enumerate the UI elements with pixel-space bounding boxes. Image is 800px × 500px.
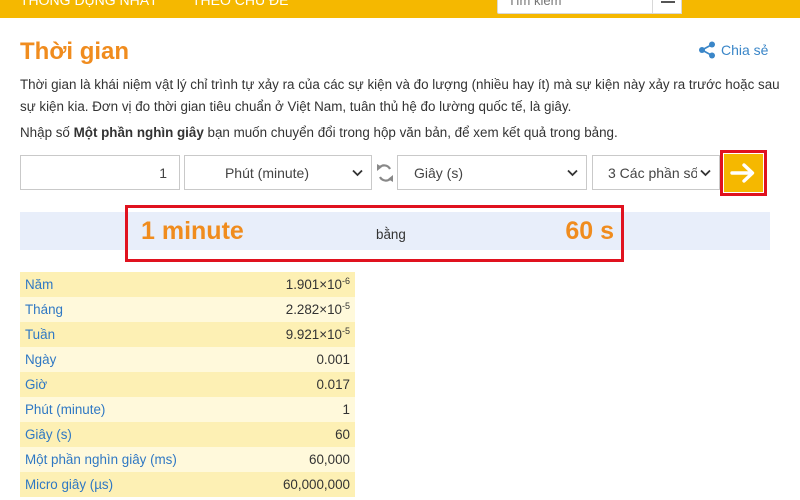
row-value-mantissa: 0.001	[316, 352, 350, 367]
table-row: Tuần 9.921×10-5	[20, 322, 355, 347]
row-value-exponent: -5	[341, 301, 350, 311]
row-value-mantissa: 9.921×10	[285, 327, 342, 342]
row-unit[interactable]: Năm	[20, 272, 247, 297]
row-unit[interactable]: Ngày	[20, 347, 247, 372]
share-link[interactable]: Chia sẻ	[698, 40, 768, 60]
conversion-table: Năm 1.901×10-6 Tháng 2.282×10-5 Tuần 9.9…	[20, 272, 355, 497]
chevron-down-icon	[567, 169, 578, 177]
chevron-down-icon	[352, 169, 363, 177]
chevron-down-icon	[700, 169, 711, 177]
row-unit[interactable]: Tháng	[20, 297, 247, 322]
row-unit[interactable]: Giờ	[20, 372, 247, 397]
row-unit[interactable]: Một phần nghìn giây (ms)	[20, 447, 247, 472]
row-unit[interactable]: Giây (s)	[20, 422, 247, 447]
row-unit[interactable]: Tuần	[20, 322, 247, 347]
share-label: Chia sẻ	[721, 42, 769, 58]
row-value: 60	[247, 422, 355, 447]
value-input[interactable]: 1	[20, 155, 180, 190]
row-value-mantissa: 60,000	[309, 452, 350, 467]
to-unit-value: Giây (s)	[414, 164, 463, 181]
instruction-unit: Một phần nghìn giây	[73, 125, 204, 140]
table-row: Tháng 2.282×10-5	[20, 297, 355, 322]
table-row: Một phần nghìn giây (ms) 60,000	[20, 447, 355, 472]
result-source: 1 minute	[141, 217, 244, 245]
row-unit[interactable]: Micro giây (µs)	[20, 472, 247, 497]
convert-button[interactable]	[724, 154, 763, 192]
row-value-mantissa: 60	[335, 427, 350, 442]
from-unit-select[interactable]: Phút (minute)	[184, 155, 372, 190]
description-text: Thời gian là khái niệm vật lý chỉ trình …	[20, 77, 780, 114]
row-value: 1.901×10-6	[247, 272, 355, 297]
table-row: Giờ 0.017	[20, 372, 355, 397]
top-nav-bar: THÔNG DỤNG NHẤT THEO CHỦ ĐỀ	[0, 0, 800, 18]
row-value-mantissa: 60,000,000	[282, 477, 350, 492]
search-button[interactable]	[652, 0, 682, 14]
page-title: Thời gian	[20, 38, 130, 65]
row-value: 0.017	[247, 372, 355, 397]
row-unit[interactable]: Phút (minute)	[20, 397, 247, 422]
row-value: 1	[247, 397, 355, 422]
row-value: 2.282×10-5	[247, 297, 355, 322]
value-input-text: 1	[159, 164, 167, 181]
row-value: 9.921×10-5	[247, 322, 355, 347]
row-value: 0.001	[247, 347, 355, 372]
row-value-mantissa: 2.282×10	[285, 302, 342, 317]
precision-select[interactable]: 3 Các phần số	[592, 155, 720, 190]
table-row: Micro giây (µs) 60,000,000	[20, 472, 355, 497]
nav-item-by-topic[interactable]: THEO CHỦ ĐỀ	[192, 0, 288, 8]
swap-icon[interactable]	[375, 161, 395, 185]
search-icon	[661, 1, 675, 3]
row-value-exponent: -5	[341, 326, 350, 336]
arrow-right-icon	[730, 163, 755, 183]
instruction-text: Nhập số Một phần nghìn giây bạn muốn chu…	[20, 125, 618, 140]
instruction-post: bạn muốn chuyển đổi trong hộp văn bản, đ…	[203, 125, 618, 140]
table-row: Năm 1.901×10-6	[20, 272, 355, 297]
row-value-mantissa: 1.901×10	[285, 277, 342, 292]
from-unit-value: Phút (minute)	[224, 164, 310, 181]
share-icon	[699, 41, 715, 59]
result-target: 60 s	[565, 217, 614, 245]
row-value-mantissa: 1	[342, 402, 350, 417]
nav-item-popular[interactable]: THÔNG DỤNG NHẤT	[20, 0, 158, 8]
row-value: 60,000,000	[247, 472, 355, 497]
row-value-exponent: -6	[341, 276, 350, 286]
result-equals: bằng	[376, 227, 406, 242]
instruction-pre: Nhập số	[20, 125, 74, 140]
row-value-mantissa: 0.017	[316, 377, 350, 392]
row-value: 60,000	[247, 447, 355, 472]
table-row: Phút (minute) 1	[20, 397, 355, 422]
table-row: Giây (s) 60	[20, 422, 355, 447]
table-row: Ngày 0.001	[20, 347, 355, 372]
search-input[interactable]	[497, 0, 655, 14]
to-unit-select[interactable]: Giây (s)	[397, 155, 587, 190]
precision-value: 3 Các phần số	[608, 164, 697, 181]
